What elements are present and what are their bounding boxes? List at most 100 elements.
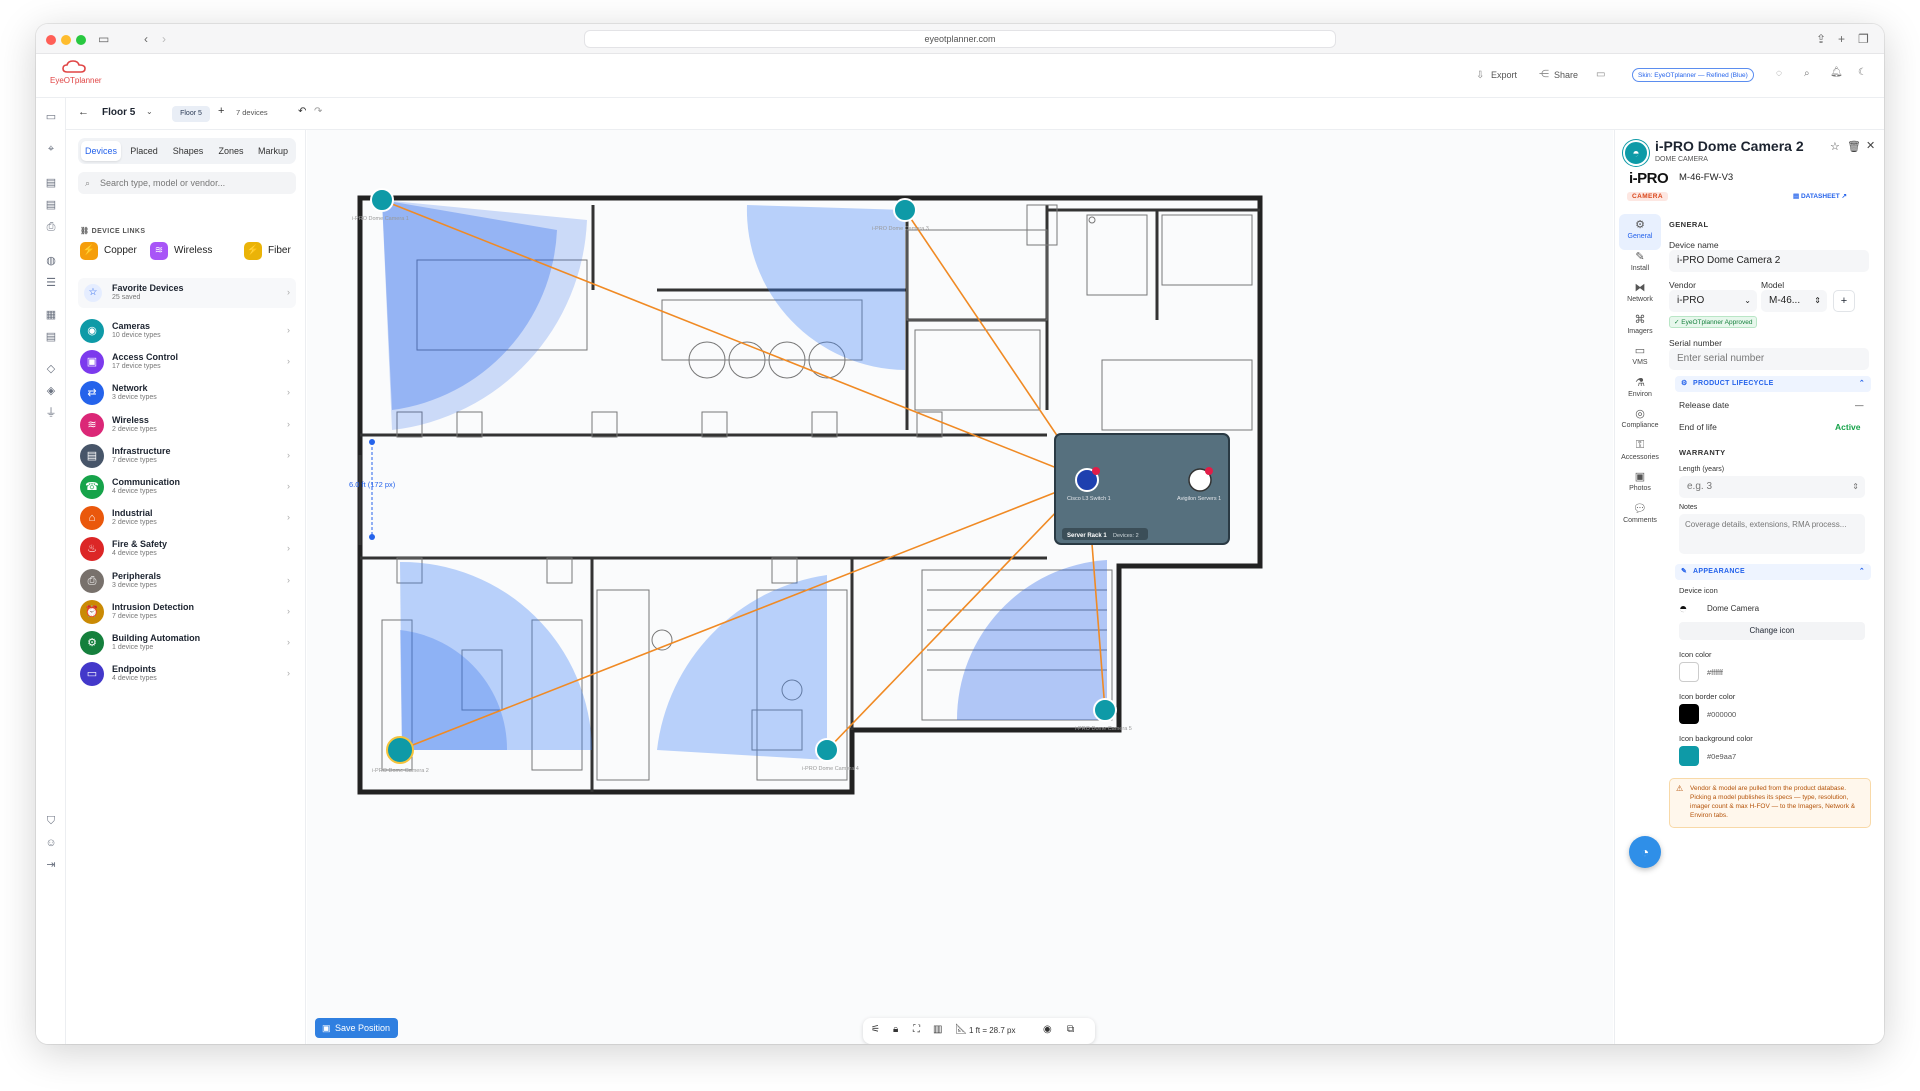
camera-snapshot-icon[interactable]: ◉ (1043, 1024, 1052, 1035)
skin-badge[interactable]: Skin: EyeOTplanner — Refined (Blue) (1632, 68, 1754, 82)
grid-icon[interactable]: ▦ (44, 308, 58, 322)
sidebar-toggle-icon[interactable]: ▭ (98, 31, 109, 47)
appearance-section-header[interactable]: ✎ APPEARANCE ⌃ (1675, 564, 1871, 580)
tab-shapes[interactable]: Shapes (167, 141, 209, 161)
export-image-icon[interactable]: ⧉ (1067, 1024, 1074, 1035)
category-network[interactable]: ⇄ Network 3 device types › (78, 378, 296, 408)
bell-icon[interactable]: 🔔︎ (1830, 67, 1843, 78)
close-icon[interactable]: ✕ (1866, 139, 1875, 152)
notes-textarea[interactable]: Coverage details, extensions, RMA proces… (1679, 514, 1865, 554)
share-button[interactable]: Share (1554, 70, 1578, 80)
device-search-input[interactable]: ⌕ Search type, model or vendor... (78, 172, 296, 194)
forward-arrow-icon[interactable]: › (162, 31, 166, 47)
tab-placed[interactable]: Placed (124, 141, 164, 161)
tab-markup[interactable]: Markup (253, 141, 293, 161)
icon-color-swatch[interactable] (1679, 662, 1699, 682)
category-building-automation[interactable]: ⚙ Building Automation 1 device type › (78, 628, 296, 658)
share-browser-icon[interactable]: ⇪ (1816, 31, 1826, 47)
category-fire-safety[interactable]: ♨ Fire & Safety 4 device types › (78, 534, 296, 564)
close-window-button[interactable] (46, 35, 56, 45)
document-icon[interactable]: ▤ (44, 198, 58, 212)
link-wireless[interactable]: ≋ Wireless (150, 240, 212, 262)
export-button[interactable]: Export (1491, 70, 1517, 80)
serial-input[interactable]: Enter serial number (1669, 348, 1869, 370)
theme-moon-icon[interactable]: ☾ (1858, 67, 1867, 78)
floor-title[interactable]: Floor 5 (102, 107, 135, 118)
warranty-length-input[interactable]: e.g. 3 ⇕ (1679, 476, 1865, 498)
save-position-button[interactable]: ▣ Save Position (315, 1018, 399, 1038)
back-arrow-icon[interactable]: ‹ (144, 31, 148, 47)
report-icon[interactable]: ▤ (44, 330, 58, 344)
undo-icon[interactable]: ↶ (298, 106, 306, 117)
search-icon[interactable]: ⌕ (1804, 68, 1810, 79)
category-access-control[interactable]: ▣ Access Control 17 device types › (78, 347, 296, 377)
category-peripherals[interactable]: ⎙ Peripherals 3 device types › (78, 566, 296, 596)
logout-icon[interactable]: ⇥ (44, 858, 58, 872)
camera-marker-1 (370, 188, 394, 212)
category-cameras[interactable]: ◉ Cameras 10 device types › (78, 316, 296, 346)
datasheet-link[interactable]: ▤ DATASHEET ↗ (1793, 192, 1847, 200)
folder-icon[interactable]: ▭ (44, 110, 58, 124)
help-icon[interactable]: ◌ (1776, 68, 1782, 79)
category-endpoints[interactable]: ▭ Endpoints 4 device types › (78, 659, 296, 689)
vtab-comments[interactable]: 💬︎ Comments (1619, 498, 1661, 534)
app-logo[interactable]: EyeOTplanner (46, 60, 106, 90)
printer-icon[interactable]: ⎙ (44, 220, 58, 234)
lifecycle-section-header[interactable]: ⚙ PRODUCT LIFECYCLE ⌃ (1675, 376, 1871, 392)
tab-zones[interactable]: Zones (212, 141, 250, 161)
model-code[interactable]: M-46-FW-V3 (1679, 172, 1733, 183)
category-name: Endpoints (112, 664, 156, 675)
assistant-fab[interactable]: ◔ (1629, 836, 1661, 868)
add-floor-button[interactable]: + (218, 105, 224, 117)
tabs-overview-icon[interactable]: ❐ (1858, 31, 1869, 47)
icon-border-swatch[interactable] (1679, 704, 1699, 724)
properties-panel: ◓ i-PRO Dome Camera 2 DOME CAMERA ☆ 🗑︎ ✕… (1614, 130, 1884, 1044)
user-icon[interactable]: ☺ (44, 836, 58, 850)
category-industrial[interactable]: ⌂ Industrial 2 device types › (78, 503, 296, 533)
location-pin-icon[interactable]: ⌖ (44, 142, 58, 156)
columns-icon[interactable]: ▥ (933, 1024, 942, 1035)
trash-icon[interactable]: 🗑︎ (1847, 140, 1861, 153)
lock-icon[interactable]: 🔒︎ (893, 1024, 898, 1035)
fit-view-icon[interactable]: ⛶ (913, 1024, 920, 1035)
favorite-devices[interactable]: ☆ Favorite Devices 25 saved › (78, 278, 296, 308)
clipboard-icon[interactable]: ▤ (44, 176, 58, 190)
link-copper[interactable]: ⚡ Copper (80, 240, 137, 262)
sliders-icon[interactable]: ⚟ (871, 1024, 880, 1035)
package-icon[interactable]: ◈ (44, 384, 58, 398)
add-model-button[interactable]: + (1833, 290, 1855, 312)
ruler-icon[interactable]: 📐︎ (955, 1024, 968, 1035)
category-intrusion-detection[interactable]: ⏰ Intrusion Detection 7 device types › (78, 597, 296, 627)
new-tab-icon[interactable]: + (1838, 31, 1845, 47)
address-bar[interactable]: eyeotplanner.com (584, 30, 1336, 48)
camera-coverage (382, 200, 1107, 760)
back-arrow-icon[interactable]: ← (78, 106, 89, 118)
cube-icon[interactable]: ◇ (44, 362, 58, 376)
category-wireless[interactable]: ≋ Wireless 2 device types › (78, 410, 296, 440)
floorplan-canvas[interactable]: 6.0 ft (172 px) Server Rack 1 Devices: 2… (307, 130, 1613, 1044)
floor-chip[interactable]: Floor 5 (172, 106, 210, 122)
server-rack[interactable]: Server Rack 1 Devices: 2 Cisco L3 Switch… (1054, 433, 1230, 545)
plug-icon[interactable]: ⏚ (44, 406, 58, 420)
minimize-window-button[interactable] (61, 35, 71, 45)
link-fiber[interactable]: ⚡ Fiber (244, 240, 291, 262)
list-icon[interactable]: ☰ (44, 276, 58, 290)
inbox-icon[interactable]: ▭ (1596, 69, 1605, 80)
globe-icon[interactable]: ◍ (44, 254, 58, 268)
icon-bg-swatch[interactable] (1679, 746, 1699, 766)
device-name-input[interactable]: i-PRO Dome Camera 2 (1669, 250, 1869, 272)
category-infrastructure[interactable]: ▤ Infrastructure 7 device types › (78, 441, 296, 471)
tab-devices[interactable]: Devices (81, 141, 121, 161)
vendor-select[interactable]: i-PRO ⌄ (1669, 290, 1757, 312)
maximize-window-button[interactable] (76, 35, 86, 45)
redo-icon[interactable]: ↷ (314, 106, 322, 117)
vtab-label: General (1627, 233, 1653, 240)
category-name: Cameras (112, 321, 151, 331)
floorplan-drawing[interactable]: 6.0 ft (172 px) Server Rack 1 Devices: 2… (307, 130, 1613, 1044)
model-select[interactable]: M-46... ⇕ (1761, 290, 1827, 312)
chevron-down-icon[interactable]: ⌄ (146, 107, 153, 116)
star-icon[interactable]: ☆ (1830, 140, 1840, 153)
category-communication[interactable]: ☎ Communication 4 device types › (78, 472, 296, 502)
change-icon-button[interactable]: Change icon (1679, 622, 1865, 640)
shield-icon[interactable]: ⛉ (44, 814, 58, 828)
